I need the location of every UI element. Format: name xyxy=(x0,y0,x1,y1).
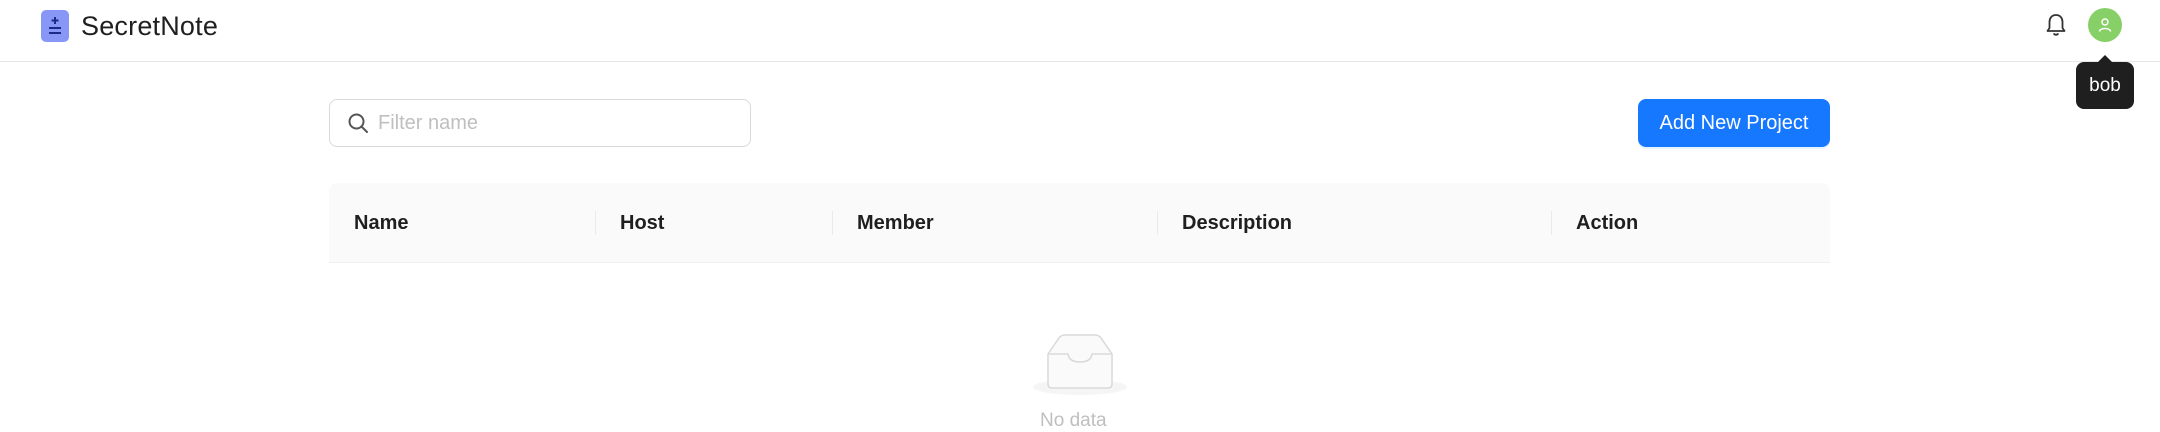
column-header-member[interactable]: Member xyxy=(857,183,934,263)
user-avatar[interactable] xyxy=(2088,8,2122,42)
app-title: SecretNote xyxy=(81,10,219,41)
column-divider xyxy=(832,211,833,235)
column-header-description[interactable]: Description xyxy=(1182,183,1292,263)
search-box[interactable] xyxy=(329,99,751,147)
column-header-action[interactable]: Action xyxy=(1576,183,1638,263)
empty-text: No data xyxy=(1040,410,1107,431)
top-header: SecretNote xyxy=(0,0,2160,62)
search-input[interactable] xyxy=(378,111,738,135)
column-divider xyxy=(1157,211,1158,235)
empty-inbox-icon xyxy=(1032,330,1128,401)
bell-icon[interactable] xyxy=(2042,11,2070,39)
column-header-name[interactable]: Name xyxy=(354,183,408,263)
user-icon xyxy=(2098,18,2112,32)
user-tooltip: bob xyxy=(2076,55,2134,109)
column-divider xyxy=(595,211,596,235)
column-divider xyxy=(1551,211,1552,235)
table-header: Name Host Member Description Action xyxy=(329,183,1830,263)
add-new-project-button[interactable]: Add New Project xyxy=(1638,99,1830,147)
app-logo[interactable]: SecretNote xyxy=(41,10,218,42)
column-header-host[interactable]: Host xyxy=(620,183,664,263)
logo-icon xyxy=(41,10,69,42)
search-icon xyxy=(348,113,368,133)
